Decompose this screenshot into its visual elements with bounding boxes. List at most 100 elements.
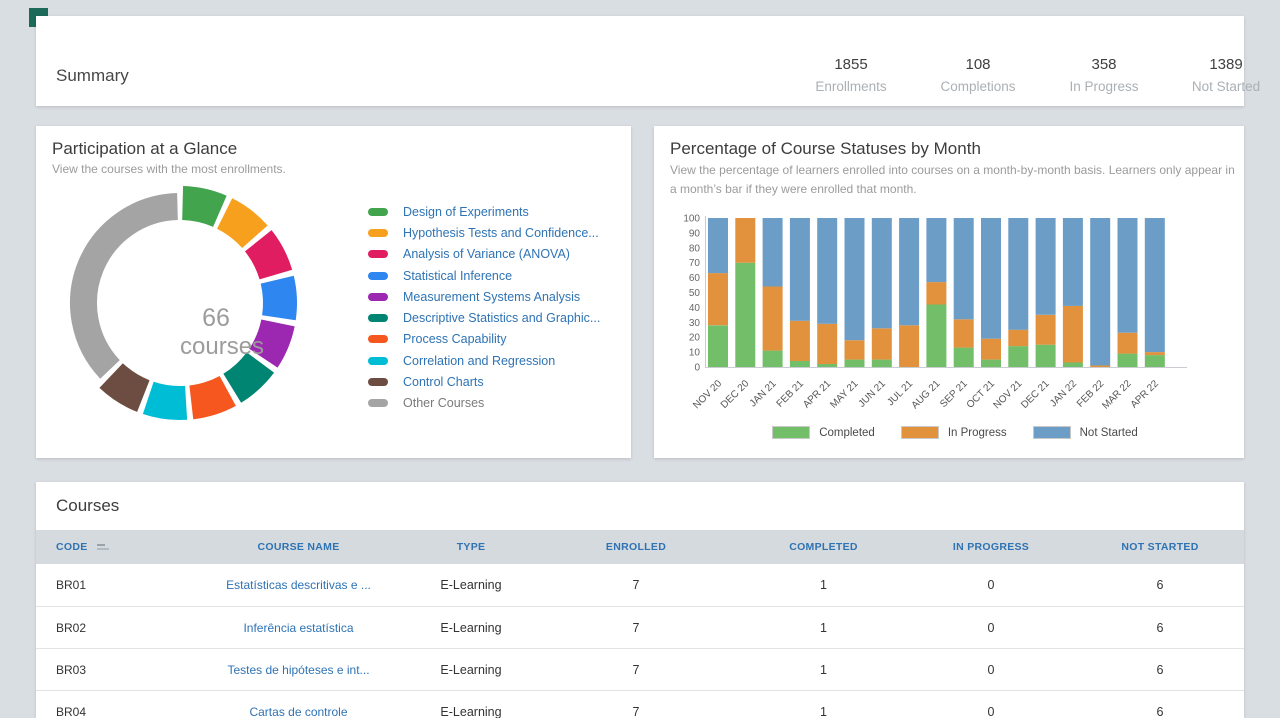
- bar-segment[interactable]: [1145, 355, 1165, 367]
- bar-legend-swatch: [901, 426, 939, 439]
- column-header-enrolled[interactable]: ENROLLED: [531, 541, 741, 553]
- legend-item: Hypothesis Tests and Confidence...: [368, 222, 600, 243]
- bar-segment[interactable]: [872, 218, 892, 328]
- bar-segment[interactable]: [954, 218, 974, 319]
- bar-segment[interactable]: [1036, 315, 1056, 345]
- legend-item-label[interactable]: Descriptive Statistics and Graphic...: [403, 311, 600, 325]
- sort-icon[interactable]: [97, 544, 109, 550]
- bar-segment[interactable]: [763, 351, 783, 367]
- bar-segment[interactable]: [1008, 218, 1028, 330]
- course-name-link[interactable]: Testes de hipóteses e int...: [227, 663, 369, 677]
- x-axis-label: DEC 20: [719, 378, 752, 411]
- bar-segment[interactable]: [926, 304, 946, 367]
- bar-segment[interactable]: [926, 282, 946, 304]
- bar-segment[interactable]: [1118, 218, 1138, 333]
- course-name-link[interactable]: Estatísticas descritivas e ...: [226, 578, 371, 592]
- summary-panel: Summary 1855 Enrollments 108 Completions…: [36, 16, 1244, 106]
- donut-segment[interactable]: [183, 203, 220, 211]
- bar-segment[interactable]: [708, 325, 728, 367]
- statuses-bar-chart[interactable]: 0102030405060708090100NOV 20DEC 20JAN 21…: [660, 210, 1200, 430]
- bar-segment[interactable]: [981, 339, 1001, 360]
- bar-segment[interactable]: [1036, 345, 1056, 367]
- bar-segment[interactable]: [845, 218, 865, 340]
- legend-item: Analysis of Variance (ANOVA): [368, 244, 600, 265]
- legend-item-label[interactable]: Process Capability: [403, 332, 507, 346]
- statuses-subtitle: View the percentage of learners enrolled…: [670, 161, 1236, 198]
- donut-segment[interactable]: [258, 241, 276, 275]
- bar-segment[interactable]: [790, 361, 810, 367]
- column-header-in-progress[interactable]: IN PROGRESS: [906, 541, 1076, 553]
- legend-item-label[interactable]: Hypothesis Tests and Confidence...: [403, 226, 599, 240]
- column-header-completed[interactable]: COMPLETED: [741, 541, 906, 553]
- cell-not-started: 6: [1076, 578, 1244, 592]
- donut-segment[interactable]: [263, 323, 278, 358]
- bar-segment[interactable]: [845, 360, 865, 368]
- bar-segment[interactable]: [1118, 354, 1138, 367]
- course-name-link[interactable]: Inferência estatística: [243, 621, 353, 635]
- bar-segment[interactable]: [735, 218, 755, 263]
- bar-segment[interactable]: [872, 360, 892, 368]
- column-header-not-started[interactable]: NOT STARTED: [1076, 541, 1244, 553]
- legend-item: Descriptive Statistics and Graphic...: [368, 307, 600, 328]
- legend-item-label[interactable]: Correlation and Regression: [403, 354, 555, 368]
- bar-segment[interactable]: [1036, 218, 1056, 315]
- legend-item-label[interactable]: Statistical Inference: [403, 269, 512, 283]
- legend-item: Other Courses: [368, 393, 600, 414]
- donut-segment[interactable]: [225, 214, 255, 237]
- donut-segment[interactable]: [148, 398, 186, 403]
- column-header-course-name[interactable]: COURSE NAME: [186, 541, 411, 553]
- legend-item-label[interactable]: Design of Experiments: [403, 205, 529, 219]
- bar-segment[interactable]: [981, 360, 1001, 368]
- bar-segment[interactable]: [954, 348, 974, 367]
- bar-segment[interactable]: [1145, 218, 1165, 352]
- cell-course-name: Estatísticas descritivas e ...: [186, 578, 411, 592]
- bar-legend-label: Not Started: [1080, 427, 1138, 439]
- legend-item: Design of Experiments: [368, 201, 600, 222]
- bar-segment[interactable]: [735, 263, 755, 367]
- legend-item-label[interactable]: Analysis of Variance (ANOVA): [403, 247, 570, 261]
- donut-segment[interactable]: [111, 376, 143, 397]
- legend-item-label[interactable]: Control Charts: [403, 375, 484, 389]
- bar-segment[interactable]: [1090, 366, 1110, 368]
- bar-segment[interactable]: [1063, 306, 1083, 363]
- bar-segment[interactable]: [1145, 352, 1165, 355]
- bar-segment[interactable]: [845, 340, 865, 359]
- bar-segment[interactable]: [817, 364, 837, 367]
- bar-segment[interactable]: [1118, 333, 1138, 354]
- bar-segment[interactable]: [790, 218, 810, 321]
- bar-segment[interactable]: [708, 218, 728, 273]
- donut-segment-other[interactable]: [83, 207, 177, 370]
- bar-segment[interactable]: [1090, 218, 1110, 366]
- bar-segment[interactable]: [817, 218, 837, 324]
- bar-segment[interactable]: [763, 218, 783, 287]
- cell-enrolled: 7: [531, 663, 741, 677]
- bar-segment[interactable]: [899, 325, 919, 367]
- bar-segment[interactable]: [1008, 346, 1028, 367]
- column-header-label: CODE: [56, 541, 88, 553]
- x-axis-label: MAR 22: [1100, 378, 1134, 412]
- column-header-label: TYPE: [457, 541, 486, 553]
- bar-segment[interactable]: [763, 287, 783, 351]
- cell-type: E-Learning: [411, 663, 531, 677]
- bar-segment[interactable]: [1008, 330, 1028, 346]
- bar-segment[interactable]: [1063, 363, 1083, 368]
- bar-segment[interactable]: [954, 319, 974, 347]
- course-name-link[interactable]: Cartas de controle: [249, 705, 347, 718]
- bar-segment[interactable]: [872, 328, 892, 359]
- bar-segment[interactable]: [899, 218, 919, 325]
- legend-item-label[interactable]: Measurement Systems Analysis: [403, 290, 580, 304]
- cell-in-progress: 0: [906, 621, 1076, 635]
- bar-segment[interactable]: [817, 324, 837, 364]
- donut-segment[interactable]: [191, 391, 227, 402]
- donut-segment[interactable]: [232, 362, 260, 388]
- bar-segment[interactable]: [981, 218, 1001, 339]
- bar-segment[interactable]: [1063, 218, 1083, 306]
- bar-segment[interactable]: [926, 218, 946, 282]
- bar-segment[interactable]: [790, 321, 810, 361]
- cell-code: BR04: [36, 705, 186, 718]
- donut-segment[interactable]: [277, 280, 280, 318]
- column-header-code[interactable]: CODE: [36, 541, 186, 553]
- cell-type: E-Learning: [411, 578, 531, 592]
- column-header-type[interactable]: TYPE: [411, 541, 531, 553]
- bar-segment[interactable]: [708, 273, 728, 325]
